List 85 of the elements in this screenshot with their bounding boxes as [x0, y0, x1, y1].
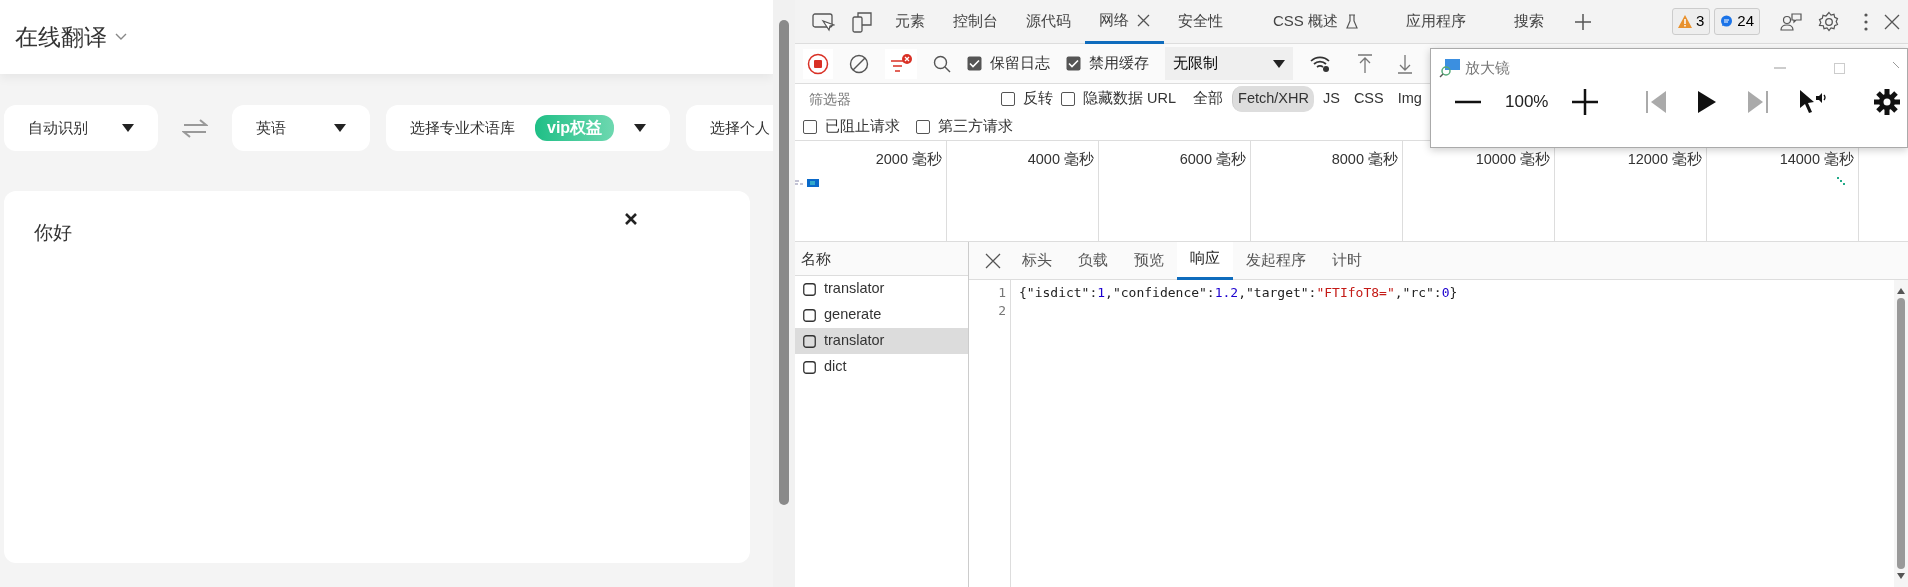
line-number: 2: [997, 302, 1006, 320]
time-tick: 12000 毫秒: [1627, 151, 1702, 167]
checkbox-label: 禁用缓存: [1089, 53, 1149, 73]
device-icon[interactable]: [851, 10, 873, 33]
detail-tab[interactable]: 负载: [1065, 241, 1121, 280]
window-title: 放大镜: [1465, 57, 1510, 78]
checkbox-label: 隐藏数据 URL: [1083, 89, 1177, 109]
time-tick: 10000 毫秒: [1475, 151, 1550, 167]
file-icon: [803, 308, 816, 322]
checkbox[interactable]: [1001, 92, 1015, 106]
clear-icon[interactable]: [849, 53, 869, 74]
feedback-icon[interactable]: [1780, 11, 1802, 32]
language-dropdown[interactable]: 选择个人: [686, 105, 773, 151]
scroll-down-icon[interactable]: [1897, 573, 1905, 579]
time-tick: 14000 毫秒: [1779, 151, 1854, 167]
devtools-tab[interactable]: 控制台: [939, 0, 1012, 44]
record-icon[interactable]: [803, 48, 833, 79]
detail-tab[interactable]: 标头: [1009, 241, 1065, 280]
checkbox[interactable]: [967, 56, 982, 71]
request-dots-icon: [1837, 177, 1845, 185]
language-dropdown[interactable]: 选择专业术语库 vip权益: [386, 105, 671, 151]
type-filter[interactable]: CSS: [1348, 86, 1389, 112]
page-title: 在线翻译: [15, 22, 107, 52]
upload-icon[interactable]: [1357, 53, 1373, 74]
time-tick: 2000 毫秒: [875, 151, 942, 167]
request-row[interactable]: translator: [795, 328, 968, 354]
detail-tab[interactable]: 发起程序: [1233, 241, 1319, 280]
devtools-tab[interactable]: CSS 概述: [1259, 0, 1372, 44]
checkbox[interactable]: [1066, 56, 1081, 71]
devtools-tab[interactable]: 元素: [881, 0, 939, 44]
settings-icon[interactable]: [1818, 10, 1840, 33]
devtools-tab[interactable]: 应用程序: [1392, 0, 1480, 44]
checkbox-label: 反转: [1023, 89, 1053, 109]
more-icon[interactable]: [1864, 12, 1868, 31]
file-icon: [803, 360, 816, 374]
type-filter[interactable]: Fetch/XHR: [1232, 86, 1314, 112]
source-text: 你好: [34, 221, 72, 245]
caret-icon: [1273, 59, 1285, 68]
type-filter[interactable]: Img: [1392, 86, 1427, 112]
detail-tab[interactable]: 预览: [1121, 241, 1177, 280]
checkbox-label: 保留日志: [990, 53, 1050, 73]
checkbox-label: 已阻止请求: [825, 117, 900, 137]
inspect-icon[interactable]: [811, 11, 835, 32]
caret-icon: [334, 124, 346, 132]
file-icon: [803, 334, 816, 348]
caret-icon: [634, 124, 647, 132]
checkbox[interactable]: [803, 120, 817, 134]
column-header: 名称: [795, 242, 968, 276]
file-icon: [803, 282, 816, 296]
checkbox[interactable]: [916, 120, 930, 134]
detail-tab[interactable]: 响应: [1177, 241, 1233, 280]
code-line: {"isdict":1,"confidence":1.2,"target":"FTIfoT8=","rc":0}: [1019, 285, 1458, 300]
message-icon: [1720, 15, 1734, 28]
devtools-tab[interactable]: 源代码: [1012, 0, 1085, 44]
issue-counter[interactable]: 3: [1671, 8, 1711, 35]
detail-tab[interactable]: 计时: [1319, 241, 1375, 280]
checkbox-label: 第三方请求: [938, 117, 1013, 137]
language-dropdown[interactable]: 自动识别: [4, 105, 158, 151]
devtools-tab[interactable]: 安全性: [1164, 0, 1237, 44]
caret-icon: [122, 124, 134, 132]
plus-icon[interactable]: [1574, 12, 1592, 31]
zoom-level: 100%: [1505, 91, 1549, 114]
search-icon[interactable]: [933, 54, 951, 73]
warning-icon: [1677, 15, 1692, 28]
language-dropdown[interactable]: 英语: [232, 105, 370, 151]
scrollbar-thumb[interactable]: [1897, 298, 1905, 569]
download-icon[interactable]: [1397, 53, 1413, 74]
flask-icon: [1346, 14, 1358, 29]
time-tick: 6000 毫秒: [1179, 151, 1246, 167]
vip-badge: vip权益: [535, 115, 615, 141]
scroll-up-icon[interactable]: [1897, 288, 1905, 294]
chevron-icon[interactable]: [115, 33, 127, 41]
devtools-tab[interactable]: 搜索: [1500, 0, 1558, 44]
scrollbar-thumb[interactable]: [779, 20, 789, 505]
time-tick: 8000 毫秒: [1331, 151, 1398, 167]
filter-icon[interactable]: [885, 48, 917, 79]
time-tick: 4000 毫秒: [1027, 151, 1094, 167]
line-number: 1: [997, 284, 1006, 302]
swap-icon[interactable]: [182, 118, 208, 138]
magnifier-app-icon: [1439, 58, 1461, 78]
throttling-dropdown[interactable]: 无限制: [1165, 47, 1293, 80]
checkbox[interactable]: [1061, 92, 1075, 106]
type-filter[interactable]: 全部: [1188, 86, 1229, 112]
issue-counter[interactable]: 24: [1714, 8, 1760, 35]
type-filter[interactable]: JS: [1317, 86, 1345, 112]
